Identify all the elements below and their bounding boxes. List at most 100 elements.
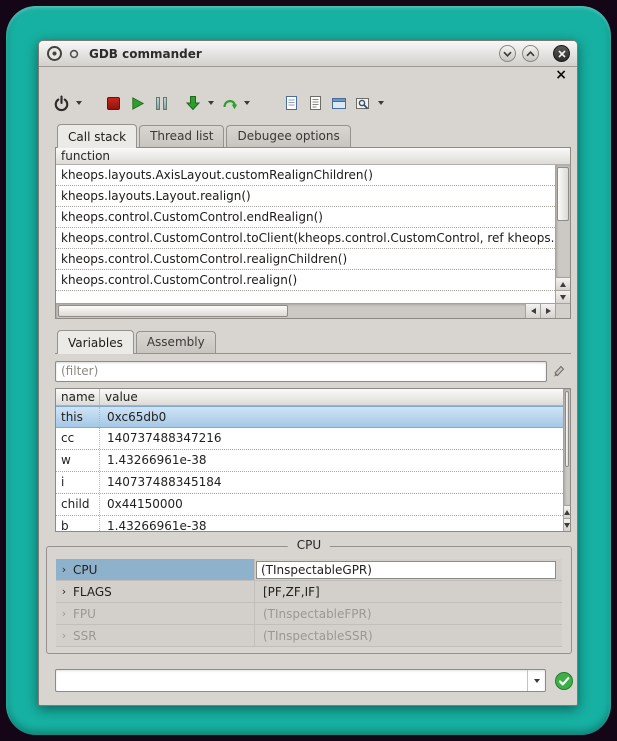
close-icon [558,50,566,58]
value-column-header[interactable]: value [100,389,563,405]
cpu-row[interactable]: › FLAGS [PF,ZF,IF] [56,581,562,603]
register-group-name: FPU [72,603,254,625]
variables-header: name value [56,389,563,406]
step-into-menu-arrow[interactable] [205,90,217,116]
variables-table-main: name value this 0xc65db0 cc 140737488347… [56,389,563,531]
expand-icon[interactable]: › [56,559,72,581]
stop-icon [107,97,120,110]
expand-icon[interactable]: › [56,581,72,603]
register-group-value: [PF,ZF,IF] [254,581,562,602]
variable-value: 0xc65db0 [100,407,563,427]
search-menu-arrow[interactable] [375,90,387,116]
triangle-right-icon [546,308,551,314]
register-value-editor[interactable]: (TInspectableGPR) [256,561,556,579]
cpu-row[interactable]: › CPU (TInspectableGPR) [56,559,562,581]
tab-call-stack[interactable]: Call stack [57,124,137,148]
callstack-panel: function kheops.layouts.AxisLayout.custo… [55,147,571,319]
curved-arrow-icon [221,95,238,111]
app-icon[interactable] [46,45,63,62]
maximize-button[interactable] [522,45,539,62]
cpu-row-name-cell: › FPU [56,603,254,624]
step-over-menu-arrow[interactable] [241,90,253,116]
variables-vertical-scrollbar[interactable] [563,389,570,531]
scrollbar-thumb[interactable] [565,391,569,467]
callstack-vertical-scrollbar[interactable] [555,165,570,303]
step-over-button[interactable] [217,90,241,116]
cpu-row-name-cell: › FLAGS [56,581,254,602]
name-column-header[interactable]: name [56,389,100,405]
panel-close-button[interactable]: × [555,69,567,81]
minimize-button[interactable] [499,45,516,62]
document-icon [284,95,299,111]
power-icon [53,95,70,112]
tab-variables[interactable]: Variables [57,330,134,354]
combo-dropdown-button[interactable] [527,670,545,691]
scrollbar-thumb[interactable] [557,167,569,221]
filter-input[interactable] [55,361,547,382]
variable-row[interactable]: b 1.43266961e-38 [56,516,563,531]
scroll-down-button[interactable] [556,290,570,303]
cpu-row[interactable]: › SSR (TInspectableSSR) [56,625,562,647]
titlebar[interactable]: GDB commander [39,41,577,67]
variable-row[interactable]: child 0x44150000 [56,494,563,516]
command-input[interactable] [56,670,527,691]
step-into-button[interactable] [181,90,205,116]
power-button[interactable] [49,90,73,116]
list-button[interactable] [303,90,327,116]
scrollbar-track[interactable] [56,304,525,318]
variable-row[interactable]: w 1.43266961e-38 [56,450,563,472]
command-row [55,669,571,692]
callstack-row[interactable]: kheops.control.CustomControl.toClient(kh… [56,228,555,249]
variable-value: 140737488347216 [100,428,563,449]
tab-debugee-options[interactable]: Debugee options [226,125,350,147]
vars-tabbar: Variables Assembly [55,331,571,353]
scroll-down-button[interactable] [564,518,570,531]
accept-button[interactable] [554,670,574,692]
power-menu-arrow[interactable] [73,90,85,116]
window-icon [331,96,347,111]
scroll-up-button[interactable] [564,505,570,518]
cpu-register-grid: › CPU (TInspectableGPR) › FLAGS [PF,ZF,I… [56,559,562,647]
callstack-row[interactable]: kheops.control.CustomControl.realign() [56,270,555,291]
scroll-left-button[interactable] [525,304,540,318]
cpu-groupbox-title: CPU [288,538,330,552]
play-icon [130,96,145,111]
expand-icon[interactable]: › [56,603,72,625]
chevron-down-icon [534,679,540,683]
variable-row[interactable]: cc 140737488347216 [56,428,563,450]
scrollbar-track[interactable] [556,165,570,277]
search-button[interactable] [351,90,375,116]
variable-row[interactable]: this 0xc65db0 [56,406,563,428]
chevron-down-icon [76,101,82,105]
cpu-row[interactable]: › FPU (TInspectableFPR) [56,603,562,625]
close-button[interactable] [553,45,570,62]
pause-button[interactable] [149,90,173,116]
callstack-row[interactable]: kheops.control.CustomControl.endRealign(… [56,207,555,228]
scroll-right-button[interactable] [540,304,555,318]
scrollbar-thumb[interactable] [58,305,288,317]
variable-name: child [56,494,100,515]
scrollbar-track[interactable] [564,389,570,505]
command-combobox [55,669,546,692]
callstack-horizontal-scrollbar[interactable] [56,303,555,318]
window-menu-icon[interactable] [69,49,79,59]
callstack-row[interactable]: kheops.layouts.AxisLayout.customRealignC… [56,165,555,186]
run-button[interactable] [125,90,149,116]
callstack-column-header[interactable]: function [56,148,570,165]
expand-icon[interactable]: › [56,625,72,647]
variable-row[interactable]: i 140737488345184 [56,472,563,494]
stop-button[interactable] [101,90,125,116]
list-icon [308,95,323,111]
clear-filter-button[interactable] [547,360,571,382]
tab-assembly[interactable]: Assembly [136,331,216,353]
tab-thread-list[interactable]: Thread list [139,125,224,147]
variable-name: this [56,407,100,427]
register-group-name: CPU [72,559,254,581]
callstack-list: kheops.layouts.AxisLayout.customRealignC… [56,165,555,303]
callstack-row[interactable]: kheops.control.CustomControl.realignChil… [56,249,555,270]
variable-name: i [56,472,100,493]
callstack-row[interactable]: kheops.layouts.Layout.realign() [56,186,555,207]
scroll-up-button[interactable] [556,277,570,290]
document-button[interactable] [279,90,303,116]
window-button[interactable] [327,90,351,116]
